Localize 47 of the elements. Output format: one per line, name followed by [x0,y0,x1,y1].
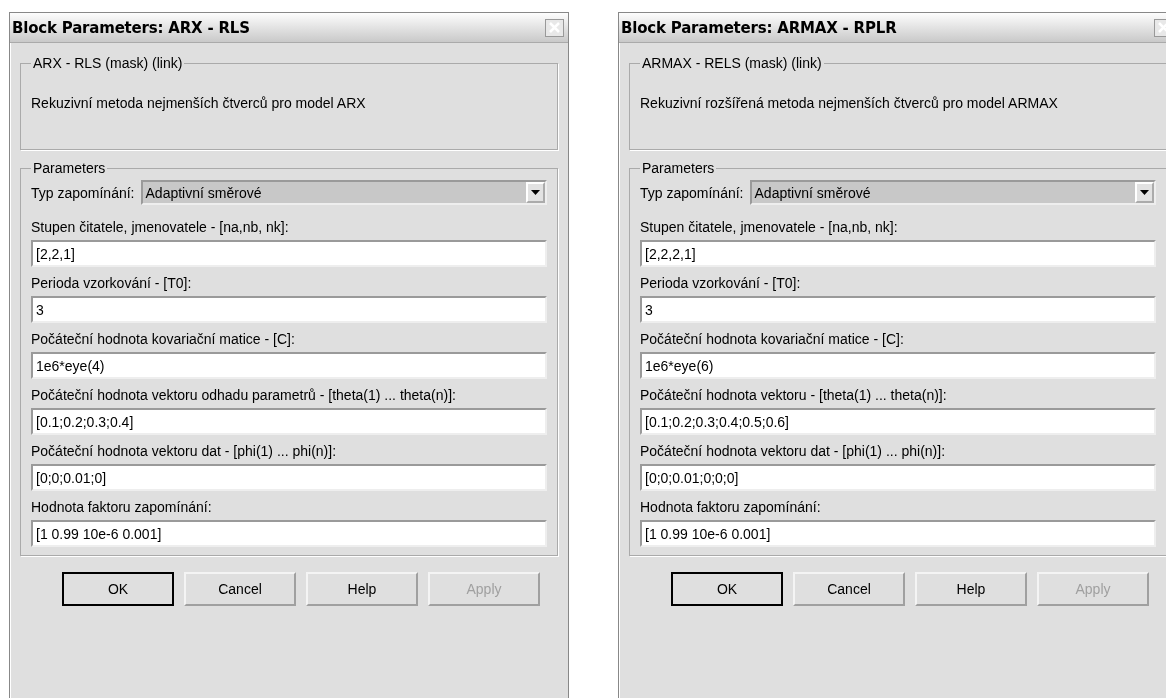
group-title: ARX - RLS (mask) (link) [32,55,184,71]
dropdown-value: Adaptivní směrové [754,184,871,201]
window-title: Block Parameters: ARX - RLS [12,18,250,37]
group-title: ARMAX - RELS (mask) (link) [641,55,823,71]
input-field[interactable]: [0;0;0.01;0;0;0] [640,464,1156,491]
field-label: Hodnota faktoru zapomínání: [640,498,822,517]
dialog-button[interactable]: OK [671,572,783,606]
dialog-button[interactable]: Cancel [184,572,296,606]
input-field[interactable]: 1e6*eye(4) [31,352,547,379]
input-field[interactable]: 3 [640,296,1156,323]
field-label: Počáteční hodnota vektoru odhadu parametrů - [theta(1) ... theta(n)]: [31,386,457,405]
caret-icon [1140,190,1149,195]
input-field[interactable]: [1 0.99 10e-6 0.001] [31,520,547,547]
field-label: Počáteční hodnota kovariační matice - [C]: [31,330,296,349]
close-button[interactable] [545,18,564,37]
group-title: Parameters [641,160,716,176]
field-label: Stupen čitatele, jmenovatele - [na,nb, nk]: [640,218,899,237]
field-label: Počáteční hodnota kovariační matice - [C]: [640,330,905,349]
field-label: Počáteční hodnota vektoru dat - [phi(1) ... phi(n)]: [31,442,338,461]
input-field[interactable]: [2,2,1] [31,240,547,267]
dialog-button[interactable]: OK [62,572,174,606]
dialog-button[interactable]: Cancel [793,572,905,606]
field-label: Počáteční hodnota vektoru dat - [phi(1) ... phi(n)]: [640,442,947,461]
field-label: Typ zapomínání: [31,184,135,201]
caret-icon [531,190,540,195]
input-field[interactable]: [2,2,2,1] [640,240,1156,267]
block-description: Rekuzivní metoda nejmenších čtverců pro model ARX [31,94,367,113]
field-label: Typ zapomínání: [640,184,744,201]
dropdown[interactable]: Adaptivní směrové [749,180,1156,205]
input-field[interactable]: 3 [31,296,547,323]
dropdown[interactable]: Adaptivní směrové [140,180,547,205]
window-title: Block Parameters: ARMAX - RPLR [621,18,897,37]
group-title: Parameters [32,160,107,176]
input-field[interactable]: [1 0.99 10e-6 0.001] [640,520,1156,547]
field-label: Perioda vzorkování - [T0]: [31,274,193,293]
block-description: Rekuzivní rozšířená metoda nejmenších čtverců pro model ARMAX [640,94,1059,113]
field-label: Hodnota faktoru zapomínání: [31,498,213,517]
input-field[interactable]: [0.1;0.2;0.3;0.4] [31,408,547,435]
field-label: Perioda vzorkování - [T0]: [640,274,802,293]
dialog-button[interactable]: Help [915,572,1027,606]
dropdown-value: Adaptivní směrové [145,184,262,201]
input-field[interactable]: 1e6*eye(6) [640,352,1156,379]
field-label: Počáteční hodnota vektoru - [theta(1) ... theta(n)]: [640,386,948,405]
input-field[interactable]: [0;0;0.01;0] [31,464,547,491]
dialog-button[interactable]: Help [306,572,418,606]
field-label: Stupen čitatele, jmenovatele - [na,nb, nk]: [31,218,290,237]
input-field[interactable]: [0.1;0.2;0.3;0.4;0.5;0.6] [640,408,1156,435]
